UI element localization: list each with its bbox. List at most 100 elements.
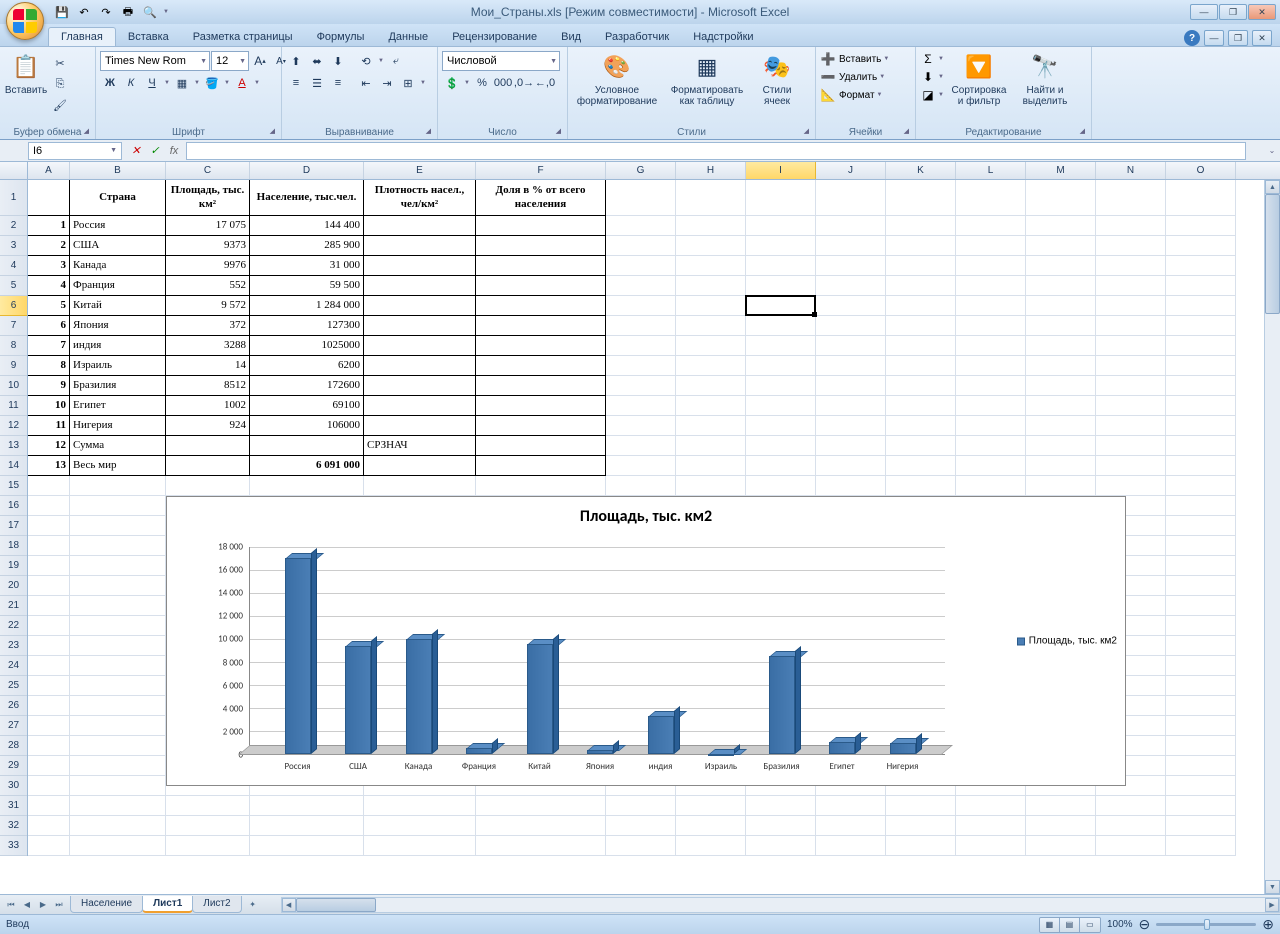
format-table-button[interactable]: ▦ Форматировать как таблицу <box>664 49 750 109</box>
cell-F10[interactable] <box>476 376 606 396</box>
cell-C12[interactable]: 924 <box>166 416 250 436</box>
cell-M6[interactable] <box>1026 296 1096 316</box>
cell-K32[interactable] <box>886 816 956 836</box>
cell-C4[interactable]: 9976 <box>166 256 250 276</box>
row-header-24[interactable]: 24 <box>0 656 27 676</box>
cell-A14[interactable]: 13 <box>28 456 70 476</box>
align-right-icon[interactable]: ≡ <box>328 73 348 93</box>
cell-M32[interactable] <box>1026 816 1096 836</box>
orient-dd[interactable]: ▼ <box>377 58 385 64</box>
border-icon[interactable]: ▦ <box>172 73 192 93</box>
col-header-O[interactable]: O <box>1166 162 1236 179</box>
worksheet[interactable]: 1234567891011121314151617181920212223242… <box>0 162 1280 894</box>
zoom-in-icon[interactable]: ⊕ <box>1262 916 1274 933</box>
cell-D2[interactable]: 144 400 <box>250 216 364 236</box>
cell-A12[interactable]: 11 <box>28 416 70 436</box>
cell-O8[interactable] <box>1166 336 1236 356</box>
cell-J33[interactable] <box>816 836 886 856</box>
cell-F31[interactable] <box>476 796 606 816</box>
tab-data[interactable]: Данные <box>376 28 440 46</box>
cell-F33[interactable] <box>476 836 606 856</box>
row-header-25[interactable]: 25 <box>0 676 27 696</box>
chart-bar[interactable] <box>769 656 795 754</box>
cell-H5[interactable] <box>676 276 746 296</box>
cell-K12[interactable] <box>886 416 956 436</box>
cell-F13[interactable] <box>476 436 606 456</box>
row-header-6[interactable]: 6 <box>0 296 27 316</box>
cell-J15[interactable] <box>816 476 886 496</box>
cell-A7[interactable]: 6 <box>28 316 70 336</box>
zoom-thumb[interactable] <box>1204 919 1210 930</box>
cell-B33[interactable] <box>70 836 166 856</box>
cell-K3[interactable] <box>886 236 956 256</box>
cell-J1[interactable] <box>816 180 886 216</box>
cell-O25[interactable] <box>1166 676 1236 696</box>
cell-H2[interactable] <box>676 216 746 236</box>
cell-I2[interactable] <box>746 216 816 236</box>
cell-A23[interactable] <box>28 636 70 656</box>
cell-G31[interactable] <box>606 796 676 816</box>
cell-I11[interactable] <box>746 396 816 416</box>
row-header-28[interactable]: 28 <box>0 736 27 756</box>
tab-view[interactable]: Вид <box>549 28 593 46</box>
dec-decimal-icon[interactable]: ←,0 <box>535 73 555 93</box>
expand-formula-icon[interactable]: ⌄ <box>1264 146 1280 155</box>
cell-C5[interactable]: 552 <box>166 276 250 296</box>
cell-C2[interactable]: 17 075 <box>166 216 250 236</box>
cell-B19[interactable] <box>70 556 166 576</box>
cell-B23[interactable] <box>70 636 166 656</box>
merge-icon[interactable]: ⊞ <box>398 73 418 93</box>
fontcolor-dd[interactable]: ▼ <box>253 80 261 86</box>
cell-A6[interactable]: 5 <box>28 296 70 316</box>
row-header-19[interactable]: 19 <box>0 556 27 576</box>
cell-K7[interactable] <box>886 316 956 336</box>
cell-A33[interactable] <box>28 836 70 856</box>
cell-G9[interactable] <box>606 356 676 376</box>
align-left-icon[interactable]: ≡ <box>286 73 306 93</box>
cell-N5[interactable] <box>1096 276 1166 296</box>
tab-insert[interactable]: Вставка <box>116 28 181 46</box>
cell-B31[interactable] <box>70 796 166 816</box>
zoom-out-icon[interactable]: ⊖ <box>1139 916 1151 933</box>
row-header-29[interactable]: 29 <box>0 756 27 776</box>
cell-J5[interactable] <box>816 276 886 296</box>
save-icon[interactable]: 💾 <box>52 3 72 21</box>
cell-L14[interactable] <box>956 456 1026 476</box>
cell-F14[interactable] <box>476 456 606 476</box>
maximize-button[interactable]: ❐ <box>1219 4 1247 20</box>
cell-M15[interactable] <box>1026 476 1096 496</box>
cell-A15[interactable] <box>28 476 70 496</box>
cell-M4[interactable] <box>1026 256 1096 276</box>
scroll-right-icon[interactable]: ▶ <box>1265 898 1279 912</box>
cell-K15[interactable] <box>886 476 956 496</box>
cell-J13[interactable] <box>816 436 886 456</box>
cell-E15[interactable] <box>364 476 476 496</box>
row-header-30[interactable]: 30 <box>0 776 27 796</box>
col-header-C[interactable]: C <box>166 162 250 179</box>
cell-J14[interactable] <box>816 456 886 476</box>
tab-addins[interactable]: Надстройки <box>681 28 765 46</box>
tab-review[interactable]: Рецензирование <box>440 28 549 46</box>
cell-M2[interactable] <box>1026 216 1096 236</box>
cell-H8[interactable] <box>676 336 746 356</box>
cell-N7[interactable] <box>1096 316 1166 336</box>
cell-H10[interactable] <box>676 376 746 396</box>
cell-H33[interactable] <box>676 836 746 856</box>
cell-M7[interactable] <box>1026 316 1096 336</box>
cell-L13[interactable] <box>956 436 1026 456</box>
cell-D8[interactable]: 1025000 <box>250 336 364 356</box>
row-header-4[interactable]: 4 <box>0 256 27 276</box>
cell-D12[interactable]: 106000 <box>250 416 364 436</box>
cell-B25[interactable] <box>70 676 166 696</box>
cell-D32[interactable] <box>250 816 364 836</box>
cell-L32[interactable] <box>956 816 1026 836</box>
autosum-button[interactable]: Σ▼ <box>920 51 945 67</box>
cell-O12[interactable] <box>1166 416 1236 436</box>
cell-B9[interactable]: Израиль <box>70 356 166 376</box>
cell-H12[interactable] <box>676 416 746 436</box>
cell-B22[interactable] <box>70 616 166 636</box>
sheet-tab-0[interactable]: Население <box>70 896 143 913</box>
cell-A9[interactable]: 8 <box>28 356 70 376</box>
format-painter-icon[interactable]: 🖌 <box>50 95 70 115</box>
cell-K31[interactable] <box>886 796 956 816</box>
